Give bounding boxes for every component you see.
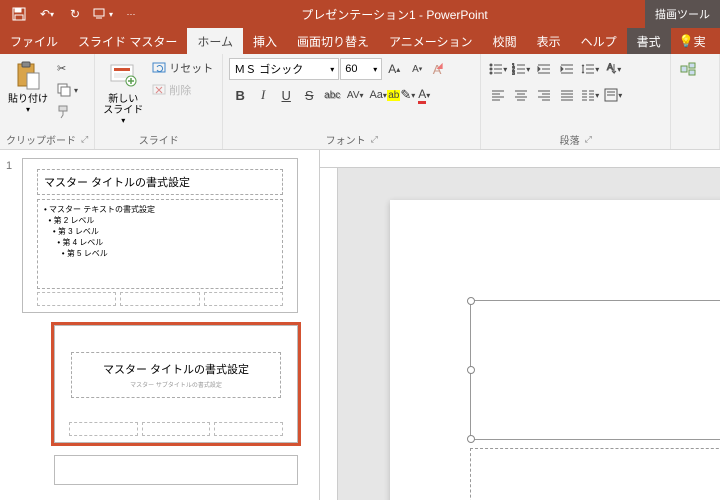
chevron-down-icon: ▾ bbox=[26, 105, 30, 114]
group-label-paragraph: 段落 bbox=[560, 132, 580, 147]
tab-insert[interactable]: 挿入 bbox=[243, 28, 287, 54]
vertical-ruler bbox=[320, 168, 338, 500]
increase-indent-button[interactable] bbox=[556, 58, 578, 80]
increase-font-icon[interactable]: A▴ bbox=[383, 58, 405, 80]
reset-button[interactable]: リセット bbox=[149, 58, 216, 78]
footer-placeholders bbox=[37, 292, 283, 306]
redo-icon[interactable]: ↻ bbox=[62, 3, 88, 25]
master-title-placeholder: マスター タイトルの書式設定 bbox=[37, 169, 283, 195]
svg-text:3: 3 bbox=[512, 71, 515, 75]
italic-button[interactable]: I bbox=[252, 84, 274, 106]
start-from-beginning-icon[interactable]: ▾ bbox=[90, 3, 116, 25]
tab-view[interactable]: 表示 bbox=[527, 28, 571, 54]
group-overflow bbox=[671, 54, 720, 149]
font-name-select[interactable]: ＭＳ ゴシック▾ bbox=[229, 58, 339, 80]
font-size-select[interactable]: 60▾ bbox=[340, 58, 382, 80]
group-slides: 新しい スライド ▾ リセット 削除 スライド bbox=[95, 54, 223, 149]
bullets-button[interactable]: ▾ bbox=[487, 58, 509, 80]
new-slide-button[interactable]: 新しい スライド ▾ bbox=[101, 58, 145, 125]
chevron-down-icon: ▾ bbox=[121, 116, 125, 125]
dialog-launcher-icon[interactable]: ⤢ bbox=[81, 134, 88, 145]
slide[interactable]: マスター タ 設 マスター サブタ bbox=[390, 200, 720, 500]
subtitle-text[interactable]: マスター サブタ bbox=[471, 449, 720, 473]
title-text-box[interactable]: マスター タ 設 bbox=[470, 300, 720, 440]
bold-button[interactable]: B bbox=[229, 84, 251, 106]
align-left-button[interactable] bbox=[487, 84, 509, 106]
tab-transition[interactable]: 画面切り替え bbox=[287, 28, 379, 54]
svg-text:A: A bbox=[607, 62, 613, 72]
group-clipboard: 貼り付け ▾ ✂ ▾ クリップボード ⤢ bbox=[0, 54, 95, 149]
group-label-slides: スライド bbox=[139, 132, 179, 147]
master-body-placeholder: • マスター テキストの書式設定 • 第 2 レベル • 第 3 レベル • 第… bbox=[37, 199, 283, 289]
font-color-button[interactable]: A▾ bbox=[413, 84, 435, 106]
convert-smartart-button[interactable] bbox=[677, 58, 699, 80]
clear-formatting-icon[interactable]: A◢ bbox=[429, 58, 451, 80]
tab-animation[interactable]: アニメーション bbox=[379, 28, 483, 54]
undo-icon[interactable]: ↶▾ bbox=[34, 3, 60, 25]
dialog-launcher-icon[interactable]: ⤢ bbox=[585, 134, 592, 145]
workspace: 1 マスター タイトルの書式設定 • マスター テキストの書式設定 • 第 2 … bbox=[0, 150, 720, 500]
tab-review[interactable]: 校閲 bbox=[483, 28, 527, 54]
cut-button[interactable]: ✂ bbox=[54, 58, 81, 78]
window-title: プレゼンテーション1 - PowerPoint bbox=[144, 6, 645, 23]
slide-number: 1 bbox=[6, 158, 22, 172]
group-label-font: フォント bbox=[326, 132, 366, 147]
numbering-button[interactable]: 123▾ bbox=[510, 58, 532, 80]
tab-file[interactable]: ファイル bbox=[0, 28, 68, 54]
tab-format[interactable]: 書式 bbox=[627, 28, 671, 54]
dialog-launcher-icon[interactable]: ⤢ bbox=[371, 134, 378, 145]
chevron-down-icon: ▾ bbox=[373, 65, 377, 74]
highlight-button[interactable]: ab✎▾ bbox=[390, 84, 412, 106]
ribbon-tabs: ファイル スライド マスター ホーム 挿入 画面切り替え アニメーション 校閲 … bbox=[0, 28, 720, 54]
tab-tell-me[interactable]: 💡 実 bbox=[671, 28, 716, 54]
layout-thumbnail-1[interactable]: マスター タイトルの書式設定 マスター サブタイトルの書式設定 bbox=[54, 325, 298, 443]
group-paragraph: ▾ 123▾ ▾ A▾ ▾ ▾ 段落 ⤢ bbox=[481, 54, 671, 149]
char-spacing-button[interactable]: AV▾ bbox=[344, 84, 366, 106]
delete-button: 削除 bbox=[149, 80, 216, 100]
change-case-button[interactable]: Aa▾ bbox=[367, 84, 389, 106]
save-icon[interactable] bbox=[6, 3, 32, 25]
title-bar: ↶▾ ↻ ▾ ⋯ プレゼンテーション1 - PowerPoint 描画ツール bbox=[0, 0, 720, 28]
subtitle-text-box[interactable]: マスター サブタ bbox=[470, 448, 720, 500]
quick-access-toolbar: ↶▾ ↻ ▾ ⋯ bbox=[0, 3, 144, 25]
columns-button[interactable]: ▾ bbox=[579, 84, 601, 106]
thumbnail-panel[interactable]: 1 マスター タイトルの書式設定 • マスター テキストの書式設定 • 第 2 … bbox=[0, 150, 320, 500]
slide-canvas[interactable]: マスター タ 設 マスター サブタ bbox=[320, 150, 720, 500]
align-text-button[interactable]: ▾ bbox=[602, 84, 624, 106]
text-shadow-button[interactable]: abc bbox=[321, 84, 343, 106]
layout-title-placeholder: マスター タイトルの書式設定 マスター サブタイトルの書式設定 bbox=[71, 352, 281, 398]
justify-button[interactable] bbox=[556, 84, 578, 106]
align-center-button[interactable] bbox=[510, 84, 532, 106]
horizontal-ruler bbox=[320, 150, 720, 168]
decrease-font-icon[interactable]: A▾ bbox=[406, 58, 428, 80]
paste-button[interactable]: 貼り付け ▾ bbox=[6, 58, 50, 114]
chevron-down-icon: ▾ bbox=[330, 65, 334, 74]
layout-thumbnail-2[interactable] bbox=[54, 455, 298, 485]
text-direction-button[interactable]: A▾ bbox=[602, 58, 624, 80]
group-font: ＭＳ ゴシック▾ 60▾ A▴ A▾ A◢ B I U S abc AV▾ Aa… bbox=[223, 54, 481, 149]
decrease-indent-button[interactable] bbox=[533, 58, 555, 80]
tab-home[interactable]: ホーム bbox=[187, 28, 243, 54]
tab-slide-master[interactable]: スライド マスター bbox=[68, 28, 187, 54]
line-spacing-button[interactable]: ▾ bbox=[579, 58, 601, 80]
copy-button[interactable]: ▾ bbox=[54, 80, 81, 100]
group-label-clipboard: クリップボード bbox=[6, 132, 76, 147]
underline-button[interactable]: U bbox=[275, 84, 297, 106]
footer-placeholders bbox=[69, 422, 283, 436]
align-right-button[interactable] bbox=[533, 84, 555, 106]
contextual-tab-label: 描画ツール bbox=[645, 0, 720, 28]
tab-help[interactable]: ヘルプ bbox=[571, 28, 627, 54]
ribbon: 貼り付け ▾ ✂ ▾ クリップボード ⤢ 新しい スライド ▾ リセット 削除 ス… bbox=[0, 54, 720, 150]
format-painter-button[interactable] bbox=[54, 102, 81, 122]
customize-qat-icon[interactable]: ⋯ bbox=[118, 3, 144, 25]
master-thumbnail[interactable]: マスター タイトルの書式設定 • マスター テキストの書式設定 • 第 2 レベ… bbox=[22, 158, 298, 313]
new-slide-icon bbox=[107, 60, 139, 92]
strike-button[interactable]: S bbox=[298, 84, 320, 106]
paste-icon bbox=[12, 60, 44, 92]
scissors-icon: ✂ bbox=[57, 62, 66, 75]
